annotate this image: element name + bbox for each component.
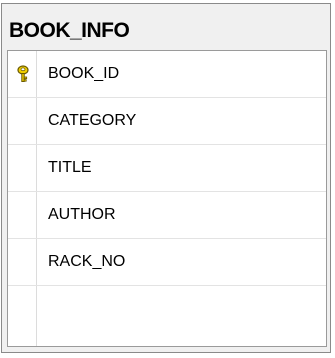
column-row-title[interactable]: TITLE <box>8 145 326 192</box>
column-name: CATEGORY <box>48 112 137 129</box>
column-grid: BOOK_ID CATEGORY TITLE AUTHOR RACK_NO <box>7 50 327 347</box>
column-name: BOOK_ID <box>48 65 120 82</box>
column-row-rack-no[interactable]: RACK_NO <box>8 239 326 286</box>
table-title[interactable]: BOOK_INFO <box>9 19 130 43</box>
column-name: RACK_NO <box>48 253 126 270</box>
column-list: BOOK_ID CATEGORY TITLE AUTHOR RACK_NO <box>8 51 326 286</box>
table-box-book-info[interactable]: BOOK_INFO BOOK_ID CATEGORY TITLE AUTHOR … <box>1 3 331 353</box>
column-row-author[interactable]: AUTHOR <box>8 192 326 239</box>
column-name: AUTHOR <box>48 206 116 223</box>
column-name: TITLE <box>48 159 92 176</box>
primary-key-icon <box>16 65 30 83</box>
column-row-category[interactable]: CATEGORY <box>8 98 326 145</box>
column-row-book-id[interactable]: BOOK_ID <box>8 51 326 98</box>
